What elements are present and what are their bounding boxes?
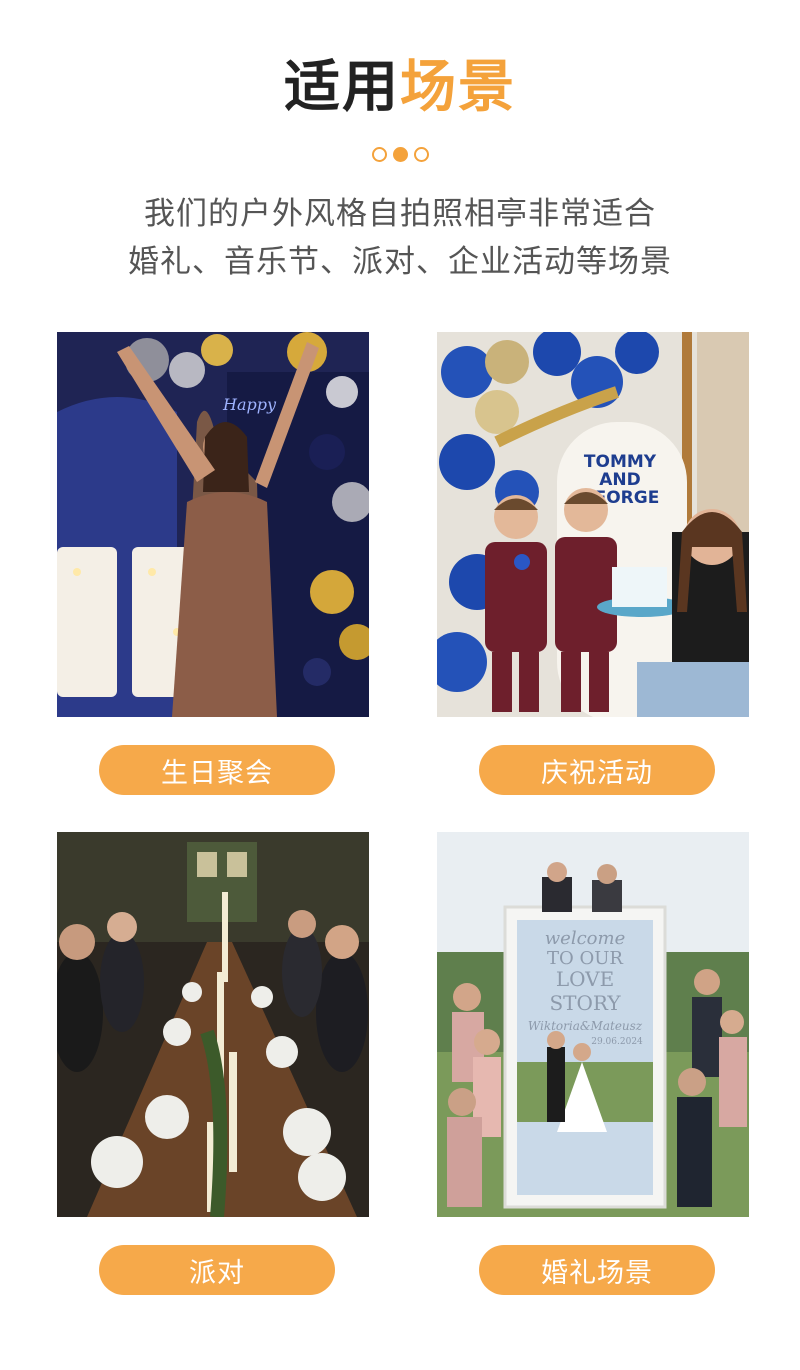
celebration-photo: TOMMY AND GEORGE <box>437 332 749 717</box>
description-line-2: 婚礼、音乐节、派对、企业活动等场景 <box>128 244 672 280</box>
party-photo <box>57 832 369 1217</box>
wedding-photo: welcome TO OUR LOVE STORY Wiktoria&Mateu… <box>437 832 749 1217</box>
svg-text:Wiktoria&Mateusz: Wiktoria&Mateusz <box>528 1019 643 1033</box>
svg-text:TOMMY: TOMMY <box>584 452 657 472</box>
wedding-photo-illustration: welcome TO OUR LOVE STORY Wiktoria&Mateu… <box>437 832 749 1217</box>
svg-text:AND: AND <box>599 470 641 490</box>
description: 我们的户外风格自拍照相亭非常适合 婚礼、音乐节、派对、企业活动等场景 <box>0 190 800 286</box>
svg-text:LOVE: LOVE <box>556 967 614 991</box>
title-part-1: 适用 <box>284 55 400 120</box>
party-photo-illustration <box>57 832 369 1217</box>
dot-3[interactable] <box>413 147 429 162</box>
svg-text:Happy: Happy <box>222 395 277 414</box>
svg-text:29.06.2024: 29.06.2024 <box>591 1037 643 1047</box>
scene-label-wedding[interactable]: 婚礼场景 <box>479 1245 715 1295</box>
celebration-photo-illustration: TOMMY AND GEORGE <box>437 332 749 717</box>
scene-label-birthday[interactable]: 生日聚会 <box>99 745 335 795</box>
scene-label-party[interactable]: 派对 <box>99 1245 335 1295</box>
birthday-photo-illustration: Happy <box>57 332 369 717</box>
description-line-1: 我们的户外风格自拍照相亭非常适合 <box>144 196 656 232</box>
dot-1[interactable] <box>371 147 387 162</box>
title-part-2: 场景 <box>400 55 516 120</box>
svg-text:TO OUR: TO OUR <box>547 948 623 969</box>
birthday-photo: Happy <box>57 332 369 717</box>
svg-text:STORY: STORY <box>549 991 621 1015</box>
scene-label-celebration[interactable]: 庆祝活动 <box>479 745 715 795</box>
page-title: 适用场景 <box>0 52 800 124</box>
dot-2-active[interactable] <box>392 147 408 162</box>
svg-text:welcome: welcome <box>545 928 625 949</box>
carousel-dots <box>0 147 800 162</box>
